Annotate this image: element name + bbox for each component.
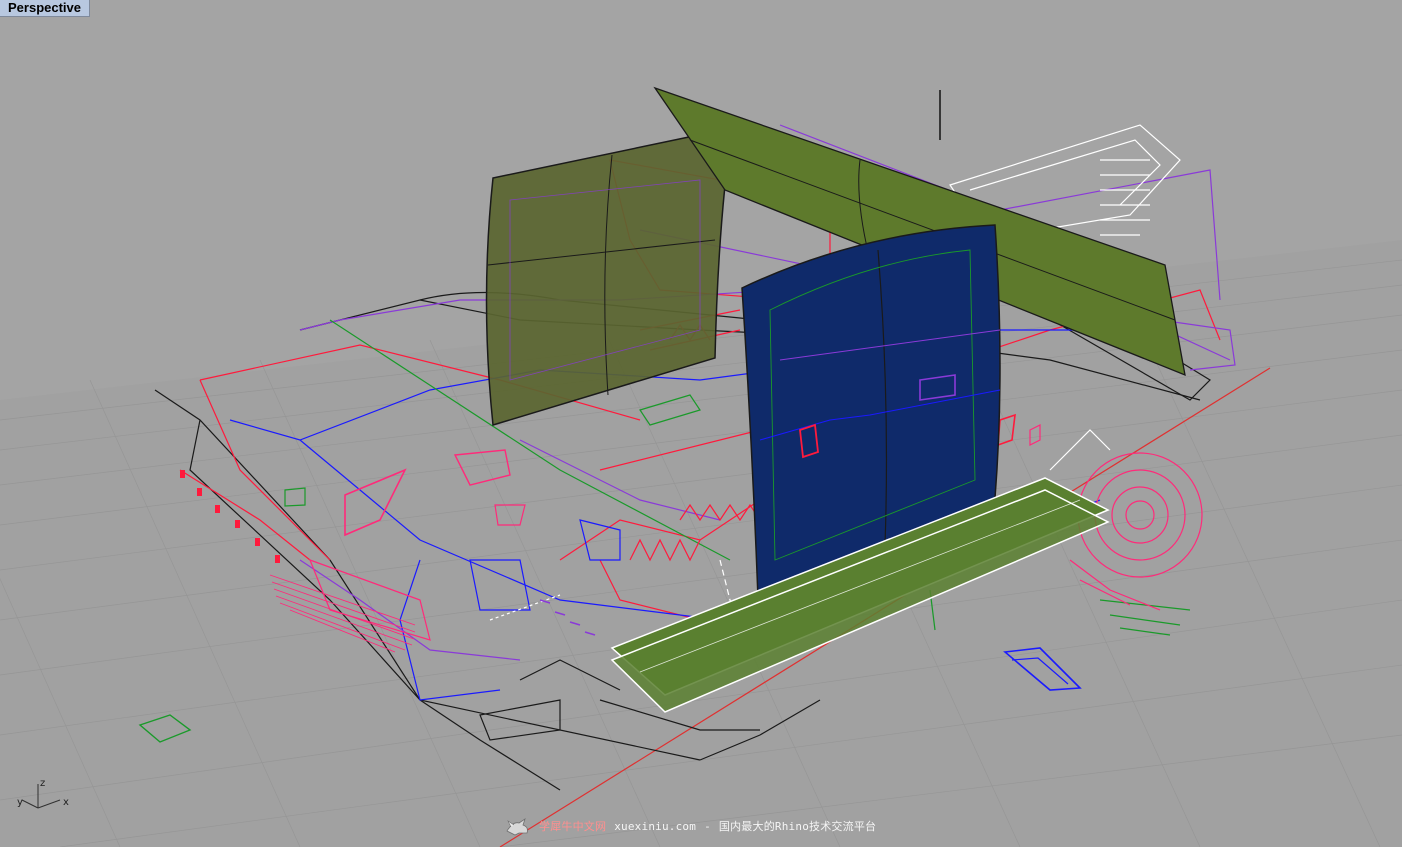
watermark-slogan: 国内最大的Rhino技术交流平台 [718,820,877,833]
watermark-url: xuexiniu.com [614,819,697,833]
watermark-brand: 学犀牛中文网 [539,820,607,833]
perspective-viewport[interactable]: z y x Perspective 学犀牛中文网 xuexiniu.com - … [0,0,1402,847]
watermark-separator: - [704,819,711,833]
model-canvas[interactable]: z y x [0,0,1402,847]
viewport-title-tab[interactable]: Perspective [0,0,90,17]
axis-x-label: x [63,797,69,808]
watermark: 学犀牛中文网 xuexiniu.com - 国内最大的Rhino技术交流平台 [505,815,876,837]
axis-z-label: z [40,778,45,789]
rhino-logo-icon [506,818,528,836]
axis-y-label: y [17,797,23,808]
